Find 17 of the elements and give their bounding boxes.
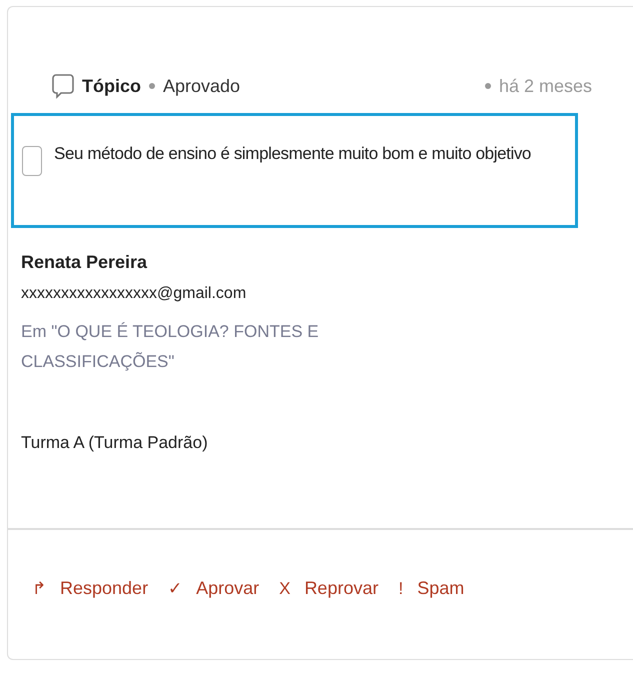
checkbox[interactable] — [22, 146, 42, 176]
action-button[interactable]: ↱ Responder — [32, 578, 148, 599]
dot-icon — [149, 83, 155, 89]
author-name: Renata Pereira — [21, 252, 148, 273]
group-label: Turma A (Turma Padrão) — [21, 433, 209, 453]
action-button[interactable]: ✓ Aprovar — [168, 578, 260, 599]
topic-label: Tópico — [82, 76, 141, 96]
author-email: xxxxxxxxxxxxxxxxx@gmail.com — [21, 285, 248, 303]
post-title: Em "O QUE É TEOLOGIA? FONTES E CLASSIFICAÇÕES" — [21, 321, 320, 373]
action-button[interactable]: X Reprovar — [279, 578, 378, 599]
comment-box[interactable]: Seu método de ensino é simplesmente muito bom e muito objetivo — [11, 113, 578, 228]
dot-icon — [484, 83, 491, 89]
speech-bubble-icon — [52, 73, 74, 99]
time-label: há 2 meses — [498, 76, 592, 96]
status-label: Aprovado — [163, 76, 240, 96]
comment-text: Seu método de ensino é simplesmente muito bom e muito objetivo — [54, 144, 531, 164]
action-button[interactable]: ! Spam — [398, 578, 464, 599]
